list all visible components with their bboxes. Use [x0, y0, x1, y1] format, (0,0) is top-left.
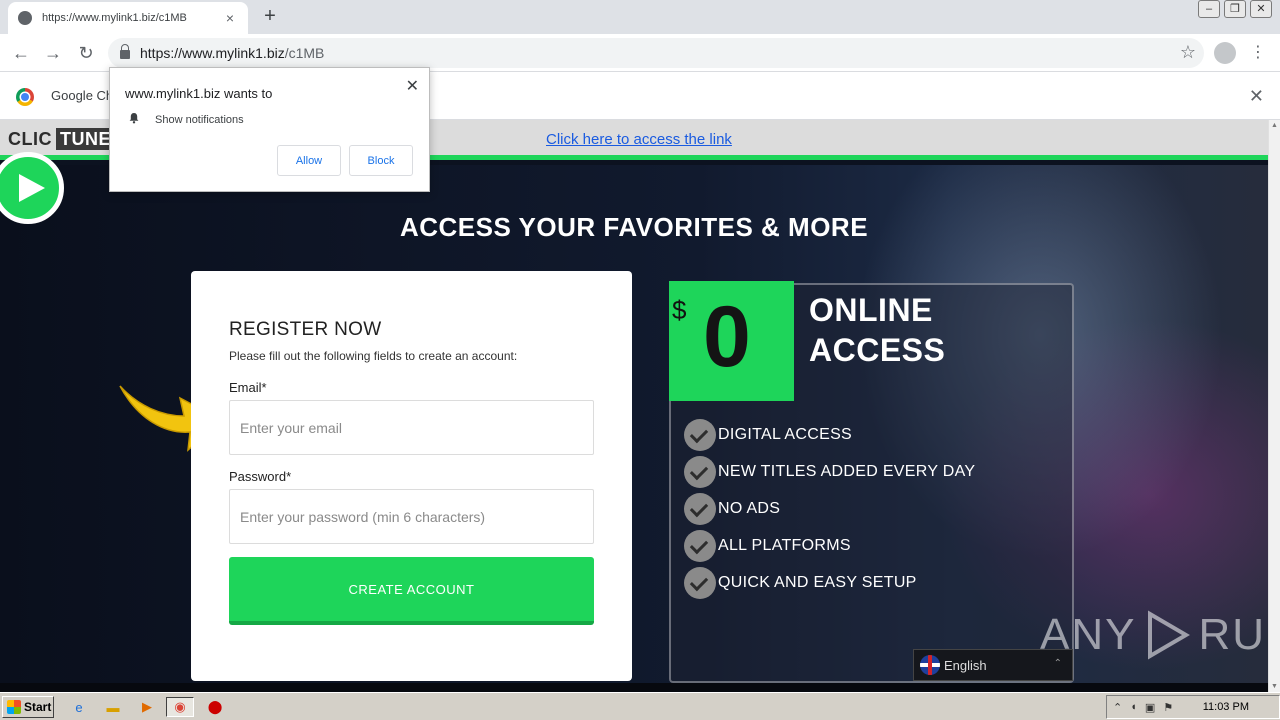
- url-text: https://www.mylink1.biz/c1MB: [140, 45, 324, 61]
- password-label: Password*: [229, 469, 292, 484]
- feature-item: DIGITAL ACCESS: [684, 416, 975, 453]
- language-label: English: [944, 657, 987, 673]
- info-bar-text: Google Ch: [51, 88, 114, 103]
- page-headline: ACCESS YOUR FAVORITES & MORE: [399, 212, 869, 242]
- feature-item: NEW TITLES ADDED EVERY DAY: [684, 453, 975, 490]
- chrome-taskbar-icon[interactable]: ◉: [166, 697, 194, 717]
- tab-strip: https://www.mylink1.biz/c1MB × + ‒ ❐ ✕: [0, 0, 1280, 34]
- page-footer-strip: [0, 683, 1268, 692]
- window-controls: ‒ ❐ ✕: [1194, 0, 1272, 18]
- url-host: https://www.mylink1.biz: [140, 45, 285, 61]
- network-icon[interactable]: ▣: [1145, 701, 1155, 714]
- restore-button[interactable]: ❐: [1224, 0, 1246, 18]
- bookmark-star-icon[interactable]: ☆: [1180, 42, 1196, 63]
- uk-flag-icon: [920, 655, 940, 675]
- info-bar-close-icon[interactable]: ✕: [1249, 86, 1264, 107]
- start-button[interactable]: Start: [2, 696, 54, 718]
- site-logo[interactable]: CLIC TUNE: [4, 128, 115, 150]
- media-player-icon[interactable]: ▶: [136, 697, 158, 717]
- block-button[interactable]: Block: [349, 145, 413, 176]
- watermark-left: ANY: [1040, 610, 1137, 659]
- check-icon: [684, 529, 716, 562]
- logo-text-right: TUNE: [56, 128, 115, 150]
- register-subtitle: Please fill out the following fields to …: [229, 349, 518, 363]
- page-scrollbar[interactable]: ▲ ▼: [1268, 120, 1280, 692]
- tab-title: https://www.mylink1.biz/c1MB: [42, 12, 187, 24]
- globe-icon: [18, 11, 32, 25]
- email-label: Email*: [229, 380, 267, 395]
- windows-taskbar: Start e ▬ ▶ ◉ ⬤ ⌃ ◖ ▣ ⚑ 11:03 PM: [0, 692, 1280, 720]
- feature-text: ALL PLATFORMS: [718, 536, 851, 554]
- offer-title-line2: ACCESS: [809, 332, 946, 368]
- feature-text: NO ADS: [718, 499, 781, 517]
- profile-avatar[interactable]: [1214, 42, 1236, 64]
- minimize-button[interactable]: ‒: [1198, 0, 1220, 18]
- close-window-button[interactable]: ✕: [1250, 0, 1272, 18]
- browser-menu-icon[interactable]: ⋮: [1250, 42, 1266, 64]
- windows-logo-icon: [7, 700, 21, 714]
- register-card: REGISTER NOW Please fill out the followi…: [191, 271, 632, 681]
- new-tab-button[interactable]: +: [258, 4, 282, 28]
- scroll-down-icon[interactable]: ▼: [1271, 683, 1278, 690]
- feature-item: QUICK AND EASY SETUP: [684, 564, 975, 601]
- feature-list: DIGITAL ACCESS NEW TITLES ADDED EVERY DA…: [684, 416, 975, 601]
- price-currency: $: [672, 295, 687, 325]
- register-title: REGISTER NOW: [229, 319, 382, 340]
- check-icon: [684, 455, 716, 488]
- address-bar[interactable]: https://www.mylink1.biz/c1MB: [108, 38, 1204, 68]
- password-input[interactable]: [229, 489, 594, 544]
- popup-title: www.mylink1.biz wants to: [125, 86, 273, 101]
- feature-text: NEW TITLES ADDED EVERY DAY: [718, 462, 976, 480]
- clock: 11:03 PM: [1202, 701, 1249, 713]
- watermark-play-icon: [1148, 610, 1191, 660]
- lock-icon[interactable]: [120, 44, 130, 59]
- folder-icon[interactable]: ▬: [102, 697, 124, 717]
- internet-explorer-icon[interactable]: e: [68, 697, 90, 717]
- access-link[interactable]: Click here to access the link: [546, 131, 732, 148]
- notification-permission-popup: www.mylink1.biz wants to ✕ Show notifica…: [109, 67, 430, 192]
- scroll-up-icon[interactable]: ▲: [1271, 122, 1278, 129]
- chrome-logo-icon: [16, 88, 34, 106]
- price-banner: $ 0: [669, 281, 794, 401]
- flag-icon[interactable]: ⚑: [1163, 701, 1173, 714]
- feature-item: NO ADS: [684, 490, 975, 527]
- watermark-right: RUN: [1198, 610, 1268, 659]
- system-tray: ⌃ ◖ ▣ ⚑ 11:03 PM: [1106, 695, 1280, 719]
- check-icon: [684, 418, 716, 451]
- start-label: Start: [24, 700, 52, 714]
- allow-button[interactable]: Allow: [277, 145, 341, 176]
- price-value: 0: [703, 289, 751, 385]
- anyrun-watermark: ANY RUN: [1040, 608, 1268, 662]
- email-input[interactable]: [229, 400, 594, 455]
- create-account-button[interactable]: CREATE ACCOUNT: [229, 557, 594, 625]
- check-icon: [684, 492, 716, 525]
- back-button[interactable]: ←: [10, 42, 32, 64]
- feature-text: QUICK AND EASY SETUP: [718, 573, 917, 591]
- popup-close-icon[interactable]: ✕: [406, 76, 419, 96]
- tab-close-icon[interactable]: ×: [222, 10, 238, 26]
- forward-button[interactable]: →: [42, 42, 64, 64]
- web-page: CLIC TUNE Click here to access the link …: [0, 120, 1268, 692]
- offer-title: ONLINE ACCESS: [809, 290, 945, 370]
- volume-icon[interactable]: ◖: [1130, 701, 1137, 713]
- tray-chevron-icon[interactable]: ⌃: [1113, 701, 1122, 714]
- feature-text: DIGITAL ACCESS: [718, 425, 853, 443]
- feature-item: ALL PLATFORMS: [684, 527, 975, 564]
- permission-text: Show notifications: [155, 114, 244, 126]
- offer-title-line1: ONLINE: [809, 292, 933, 328]
- logo-text-left: CLIC: [8, 129, 52, 149]
- url-path: /c1MB: [284, 45, 325, 61]
- check-icon: [684, 566, 716, 599]
- alert-icon[interactable]: ⬤: [204, 697, 226, 717]
- bell-icon: [129, 113, 139, 124]
- browser-tab[interactable]: https://www.mylink1.biz/c1MB ×: [8, 2, 248, 34]
- reload-button[interactable]: ↻: [75, 42, 97, 64]
